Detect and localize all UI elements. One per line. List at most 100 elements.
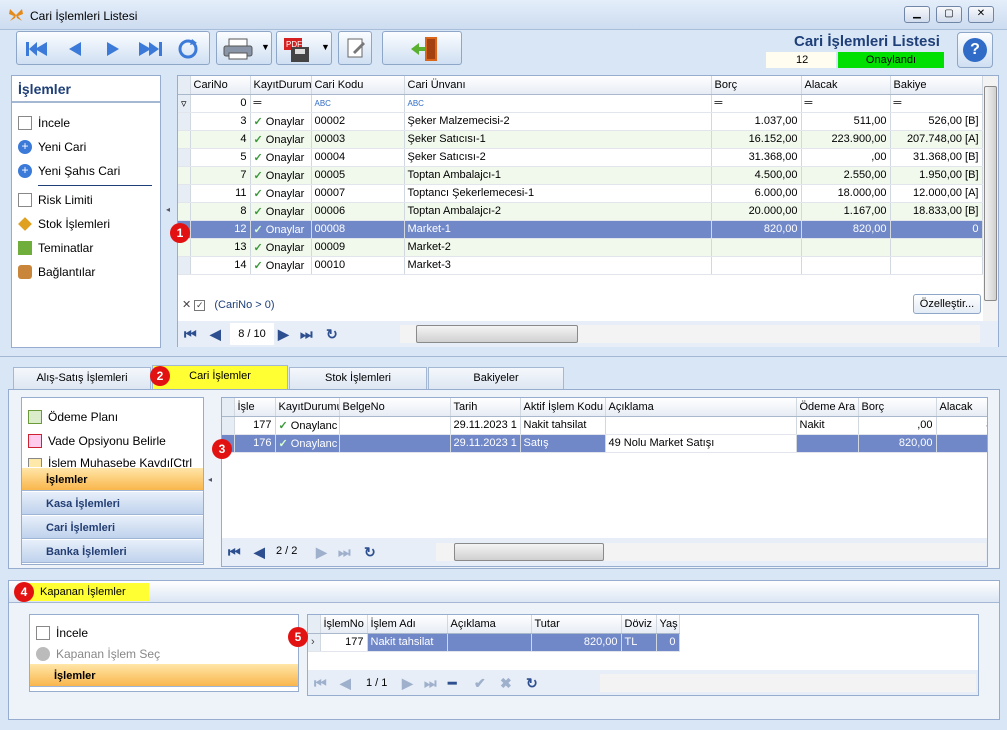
table-row[interactable]: 3 ✓ Onaylar 00002 Şeker Malzemecisi-2 1.037,… — [178, 112, 983, 131]
close-button[interactable]: ✕ — [968, 6, 994, 23]
group-account-operations[interactable]: Cari İşlemleri — [22, 515, 203, 539]
col-doviz[interactable]: Döviz — [621, 615, 657, 634]
first-page-icon[interactable]: ⏮ — [228, 544, 241, 561]
collapse-mid-icon[interactable]: ◂ — [208, 475, 212, 484]
horizontal-scrollbar[interactable] — [400, 325, 980, 343]
filter-enabled-checkbox[interactable]: ✓ — [194, 299, 206, 311]
collapse-left-icon[interactable]: ◂ — [166, 205, 170, 214]
closed-inspect-item[interactable]: İncele — [30, 621, 298, 645]
tab-account-operations[interactable]: Cari İşlemler — [152, 365, 288, 389]
col-tutar[interactable]: Tutar — [531, 615, 622, 634]
cancel-icon[interactable]: ✖ — [500, 675, 512, 692]
col-islem[interactable]: İşle — [234, 398, 276, 417]
tab-stock-operations[interactable]: Stok İşlemleri — [289, 367, 427, 389]
col-belge[interactable]: BelgeNo — [339, 398, 451, 417]
tab-purchase-sales[interactable]: Alış-Satış İşlemleri — [13, 367, 151, 389]
customize-button[interactable]: Özelleştir... — [913, 294, 981, 314]
help-button[interactable]: ? — [957, 32, 993, 68]
table-row-selected[interactable]: 12 ✓ Onaylar 00008 Market-1 820,00 820,00 0 — [178, 220, 983, 239]
table-row[interactable]: 177 ✓ Onaylanc 29.11.2023 1 Nakit tahsil… — [222, 416, 987, 435]
scroll-thumb[interactable] — [454, 543, 604, 561]
next-record-icon[interactable] — [101, 39, 125, 59]
next-page-icon[interactable]: ▶ — [402, 675, 413, 692]
collateral-item[interactable]: Teminatlar — [12, 236, 160, 260]
horizontal-scrollbar[interactable] — [600, 674, 976, 692]
table-row[interactable]: 14 ✓ Onaylar 00010 Market-3 — [178, 256, 983, 275]
table-row[interactable]: 11 ✓ Onaylar 00007 Toptancı Şekerlemecesi-1… — [178, 184, 983, 203]
col-status[interactable]: KayıtDurumu — [275, 398, 340, 417]
col-alacak[interactable]: Alacak — [936, 398, 987, 417]
new-account-item[interactable]: + Yeni Cari — [12, 135, 160, 159]
refresh-icon[interactable] — [175, 37, 201, 61]
filter-status[interactable]: ═ — [250, 94, 312, 113]
prev-page-icon[interactable]: ◀ — [254, 544, 265, 561]
col-kod[interactable]: Aktif İşlem Kodu — [520, 398, 606, 417]
filter-code[interactable]: ABC — [311, 94, 405, 113]
table-row[interactable]: 8 ✓ Onaylar 00006 Toptan Ambalajcı-2 20.000,… — [178, 202, 983, 221]
minimize-button[interactable]: ▁ — [904, 6, 930, 23]
links-item[interactable]: Bağlantılar — [12, 260, 160, 284]
table-row[interactable]: 7 ✓ Onaylar 00005 Toptan Ambalajcı-1 4.500,0… — [178, 166, 983, 185]
col-status[interactable]: KayıtDurumu — [250, 76, 312, 95]
group-operations[interactable]: İşlemler — [30, 663, 298, 687]
last-page-icon[interactable]: ⏭ — [300, 326, 313, 343]
group-operations[interactable]: İşlemler — [22, 467, 203, 491]
first-page-icon[interactable]: ⏮ — [184, 326, 197, 343]
print-button[interactable]: ▼ — [216, 31, 272, 65]
col-aciklama[interactable]: Açıklama — [605, 398, 797, 417]
accounting-entry-item[interactable]: İşlem Muhasebe Kaydı[Ctrl — [22, 453, 203, 467]
col-name[interactable]: Cari Ünvanı — [404, 76, 712, 95]
clear-filter-icon[interactable]: ✕ — [182, 299, 191, 311]
maximize-button[interactable]: ▢ — [936, 6, 962, 23]
table-row-selected[interactable]: › 177 Nakit tahsilat 820,00 TL 0 — [308, 633, 680, 652]
filter-bakiye[interactable]: ═ — [890, 94, 983, 113]
select-closed-item[interactable]: Kapanan İşlem Seç — [30, 645, 298, 663]
prev-page-icon[interactable]: ◀ — [340, 675, 351, 692]
filter-row[interactable]: ▿ 0 ═ ABC ABC ═ ═ ═ — [178, 94, 983, 113]
tab-balances[interactable]: Bakiyeler — [428, 367, 564, 389]
exit-button[interactable] — [382, 31, 462, 65]
inspect-item[interactable]: İncele — [12, 111, 160, 135]
settings-button[interactable] — [338, 31, 372, 65]
due-option-item[interactable]: Vade Opsiyonu Belirle — [22, 429, 203, 453]
filter-name[interactable]: ABC — [404, 94, 712, 113]
refresh-page-icon[interactable]: ↻ — [526, 675, 538, 692]
col-islemno[interactable]: İşlemNo — [320, 615, 368, 634]
last-page-icon[interactable]: ⏭ — [424, 675, 437, 692]
scroll-thumb[interactable] — [416, 325, 578, 343]
col-carino[interactable]: CariNo — [190, 76, 251, 95]
confirm-icon[interactable]: ✔ — [474, 675, 486, 692]
last-record-icon[interactable] — [135, 39, 165, 59]
filter-alacak[interactable]: ═ — [801, 94, 891, 113]
filter-borc[interactable]: ═ — [711, 94, 802, 113]
remove-icon[interactable]: ━ — [448, 675, 456, 692]
group-bank-operations[interactable]: Banka İşlemleri — [22, 539, 203, 563]
col-bakiye[interactable]: Bakiye — [890, 76, 983, 95]
last-page-icon[interactable]: ⏭ — [338, 544, 351, 561]
table-row[interactable]: 5 ✓ Onaylar 00004 Şeker Satıcısı-2 31.368,00… — [178, 148, 983, 167]
refresh-page-icon[interactable]: ↻ — [364, 544, 376, 561]
next-page-icon[interactable]: ▶ — [316, 544, 327, 561]
vertical-scrollbar[interactable] — [983, 76, 998, 321]
risk-limit-item[interactable]: Risk Limiti — [12, 188, 160, 212]
col-aciklama[interactable]: Açıklama — [447, 615, 532, 634]
col-borc[interactable]: Borç — [711, 76, 802, 95]
refresh-page-icon[interactable]: ↻ — [326, 326, 338, 343]
col-code[interactable]: Cari Kodu — [311, 76, 405, 95]
table-row[interactable]: 4 ✓ Onaylar 00003 Şeker Satıcısı-1 16.152,00… — [178, 130, 983, 149]
table-row-selected[interactable]: 176 ✓ Onaylanc 29.11.2023 1 Satış 49 Nol… — [222, 434, 987, 453]
col-odeme[interactable]: Ödeme Ara — [796, 398, 859, 417]
col-tarih[interactable]: Tarih — [450, 398, 521, 417]
table-row[interactable]: 13 ✓ Onaylar 00009 Market-2 — [178, 238, 983, 257]
col-alacak[interactable]: Alacak — [801, 76, 891, 95]
horizontal-scrollbar[interactable] — [436, 543, 986, 561]
first-page-icon[interactable]: ⏮ — [314, 675, 327, 692]
prev-page-icon[interactable]: ◀ — [210, 326, 221, 343]
filter-carino[interactable]: 0 — [190, 94, 251, 113]
splitter[interactable] — [0, 356, 1007, 357]
col-islem-adi[interactable]: İşlem Adı — [367, 615, 448, 634]
next-page-icon[interactable]: ▶ — [278, 326, 289, 343]
group-cash-operations[interactable]: Kasa İşlemleri — [22, 491, 203, 515]
col-borc[interactable]: Borç — [858, 398, 937, 417]
first-record-icon[interactable] — [23, 39, 51, 59]
